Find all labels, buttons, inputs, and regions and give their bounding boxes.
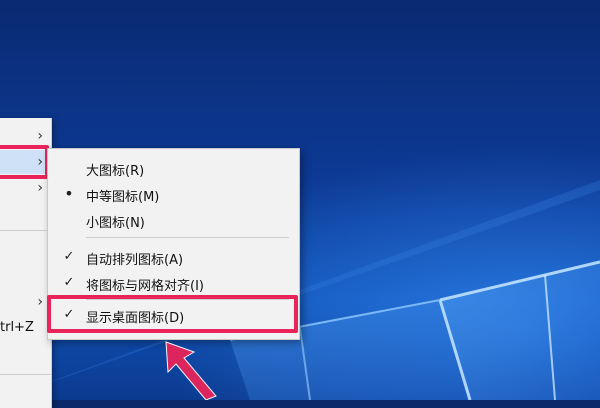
undo-shortcut-label: trl+Z — [0, 320, 34, 335]
context-menu-item-new[interactable]: › — [0, 290, 51, 314]
submenu-item-label: 中等图标(M) — [86, 190, 160, 205]
submenu-item-large-icons[interactable]: 大图标(R) — [48, 155, 299, 181]
chevron-right-icon: › — [37, 128, 43, 144]
submenu-item-medium-icons[interactable]: • 中等图标(M) — [48, 181, 299, 207]
submenu-item-small-icons[interactable]: 小图标(N) — [48, 207, 299, 233]
check-icon: ✓ — [63, 249, 75, 264]
context-menu-item-sort-by[interactable]: › — [0, 176, 51, 200]
menu-separator — [0, 374, 51, 375]
menu-separator — [0, 230, 51, 231]
submenu-item-label: 大图标(R) — [86, 164, 145, 179]
submenu-item-label: 小图标(N) — [86, 216, 145, 231]
submenu-item-label: 将图标与网格对齐(I) — [86, 279, 204, 294]
menu-separator — [86, 237, 289, 238]
submenu-item-label: 自动排列图标(A) — [86, 253, 184, 268]
bullet-icon: • — [64, 184, 74, 203]
submenu-item-auto-arrange[interactable]: ✓ 自动排列图标(A) — [48, 244, 299, 270]
context-menu-item-undo[interactable]: trl+Z — [0, 316, 51, 340]
chevron-right-icon: › — [37, 180, 43, 196]
highlight-box-view-item — [0, 145, 49, 179]
submenu-item-align-to-grid[interactable]: ✓ 将图标与网格对齐(I) — [48, 270, 299, 296]
highlight-box-show-desktop-icons — [47, 295, 298, 333]
chevron-right-icon: › — [37, 294, 43, 310]
annotation-arrow-icon — [165, 341, 217, 400]
check-icon: ✓ — [63, 275, 75, 290]
